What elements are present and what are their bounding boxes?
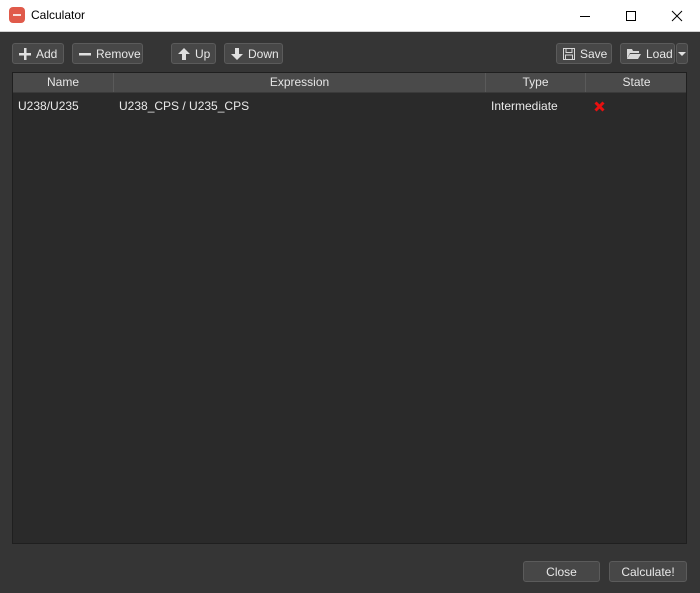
- title-bar: Calculator: [0, 0, 700, 32]
- chevron-down-icon: [678, 51, 686, 56]
- load-button[interactable]: Load: [620, 43, 675, 64]
- close-label: Close: [546, 564, 577, 579]
- close-button[interactable]: Close: [523, 561, 600, 582]
- cell-state[interactable]: [586, 93, 687, 119]
- move-down-button[interactable]: Down: [224, 43, 283, 64]
- app-logo-icon: [9, 7, 25, 23]
- floppy-disk-icon: [563, 47, 575, 60]
- save-button[interactable]: Save: [556, 43, 612, 64]
- window-title: Calculator: [31, 8, 86, 22]
- table-row[interactable]: U238/U235 U238_CPS / U235_CPS Intermedia…: [13, 93, 686, 119]
- column-header-state[interactable]: State: [586, 73, 687, 92]
- minimize-button[interactable]: [562, 0, 608, 31]
- expressions-table: Name Expression Type State U238/U235 U23…: [12, 72, 687, 544]
- cell-expression[interactable]: U238_CPS / U235_CPS: [114, 93, 486, 119]
- cell-type[interactable]: Intermediate: [486, 93, 586, 119]
- calculate-button[interactable]: Calculate!: [609, 561, 687, 582]
- table-header: Name Expression Type State: [13, 73, 686, 93]
- column-header-name[interactable]: Name: [13, 73, 114, 92]
- close-window-button[interactable]: [654, 0, 700, 31]
- load-label: Load: [646, 46, 673, 61]
- up-label: Up: [195, 46, 211, 61]
- remove-label: Remove: [96, 46, 141, 61]
- close-icon: [671, 10, 683, 21]
- column-header-type[interactable]: Type: [486, 73, 586, 92]
- folder-open-icon: [627, 48, 641, 60]
- load-options-dropdown[interactable]: [676, 43, 688, 64]
- move-up-button[interactable]: Up: [171, 43, 216, 64]
- save-label: Save: [580, 46, 608, 61]
- arrow-up-icon: [178, 47, 190, 60]
- column-header-expression[interactable]: Expression: [114, 73, 486, 92]
- arrow-down-icon: [231, 47, 243, 60]
- plus-icon: [19, 47, 31, 60]
- cell-name[interactable]: U238/U235: [13, 93, 114, 119]
- down-label: Down: [248, 46, 279, 61]
- maximize-button[interactable]: [608, 0, 654, 31]
- add-button[interactable]: Add: [12, 43, 64, 64]
- calculate-label: Calculate!: [621, 564, 675, 579]
- minus-icon: [79, 48, 91, 60]
- red-x-icon: [594, 101, 605, 112]
- minimize-icon: [580, 15, 590, 17]
- add-label: Add: [36, 46, 58, 61]
- remove-button[interactable]: Remove: [72, 43, 143, 64]
- maximize-icon: [626, 10, 636, 21]
